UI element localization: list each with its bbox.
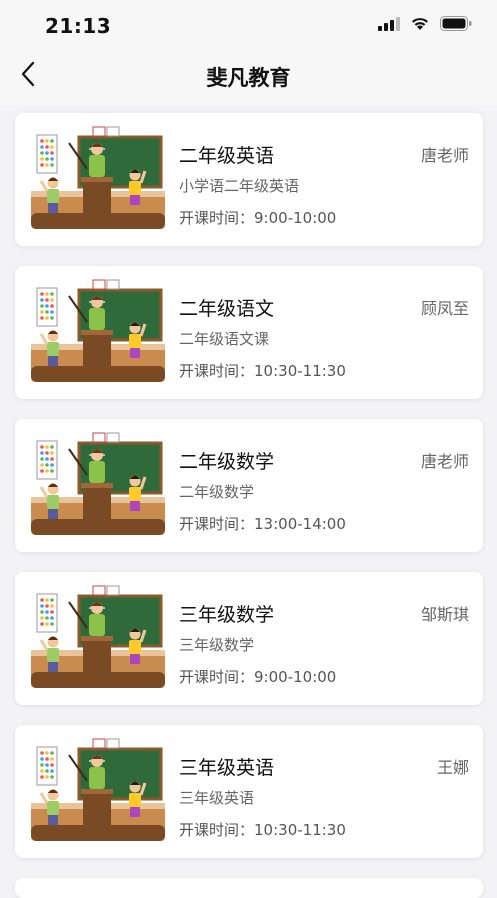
classroom-illustration — [31, 279, 165, 382]
time-label: 开课时间： — [179, 668, 255, 686]
classroom-illustration — [31, 126, 165, 229]
status-bar: 21:13 — [0, 0, 497, 50]
page-title: 斐凡教育 — [206, 66, 291, 90]
cellular-signal-icon — [378, 16, 400, 31]
classroom-illustration — [31, 738, 165, 841]
time-label: 开课时间： — [179, 821, 255, 839]
course-card[interactable]: 三年级数学 邹斯琪 三年级数学 开课时间：9:00-10:00 — [15, 572, 483, 705]
teacher-name: 邹斯琪 — [420, 605, 469, 624]
battery-icon — [440, 16, 472, 31]
status-icons — [378, 16, 472, 31]
time-value: 9:00-10:00 — [254, 209, 337, 227]
time-label: 开课时间： — [179, 209, 255, 227]
time-value: 10:30-11:30 — [254, 362, 346, 380]
time-label: 开课时间： — [179, 515, 255, 533]
nav-bar: 斐凡教育 — [0, 50, 497, 106]
course-card[interactable]: 二年级英语 唐老师 小学语二年级英语 开课时间：9:00-10:00 — [15, 113, 483, 246]
course-title: 二年级英语 — [179, 145, 275, 167]
course-description: 二年级数学 — [179, 483, 255, 501]
teacher-name: 顾凤至 — [420, 299, 469, 318]
course-title: 二年级语文 — [179, 298, 275, 320]
teacher-name: 王娜 — [436, 758, 469, 777]
course-time: 开课时间：9:00-10:00 — [179, 666, 336, 687]
course-title: 三年级数学 — [179, 604, 275, 626]
classroom-illustration — [31, 585, 165, 688]
course-description: 小学语二年级英语 — [179, 177, 300, 195]
course-card[interactable]: 二年级数学 唐老师 二年级数学 开课时间：13:00-14:00 — [15, 419, 483, 552]
course-title: 三年级英语 — [179, 757, 275, 779]
classroom-illustration — [31, 432, 165, 535]
course-list: 二年级英语 唐老师 小学语二年级英语 开课时间：9:00-10:00 二年级语文… — [15, 113, 483, 878]
time-value: 10:30-11:30 — [254, 821, 346, 839]
course-description: 二年级语文课 — [179, 330, 270, 348]
time-value: 9:00-10:00 — [254, 668, 337, 686]
course-card-partial[interactable] — [15, 878, 483, 898]
status-time: 21:13 — [45, 14, 112, 38]
course-time: 开课时间：13:00-14:00 — [179, 513, 346, 534]
course-description: 三年级数学 — [179, 636, 255, 654]
course-card[interactable]: 二年级语文 顾凤至 二年级语文课 开课时间：10:30-11:30 — [15, 266, 483, 399]
course-time: 开课时间：9:00-10:00 — [179, 207, 336, 228]
course-title: 二年级数学 — [179, 451, 275, 473]
course-time: 开课时间：10:30-11:30 — [179, 819, 346, 840]
teacher-name: 唐老师 — [420, 452, 469, 471]
time-label: 开课时间： — [179, 362, 255, 380]
course-description: 三年级英语 — [179, 789, 255, 807]
wifi-icon — [412, 18, 428, 30]
course-card[interactable]: 三年级英语 王娜 三年级英语 开课时间：10:30-11:30 — [15, 725, 483, 858]
time-value: 13:00-14:00 — [254, 515, 346, 533]
course-time: 开课时间：10:30-11:30 — [179, 360, 346, 381]
teacher-name: 唐老师 — [420, 146, 469, 165]
